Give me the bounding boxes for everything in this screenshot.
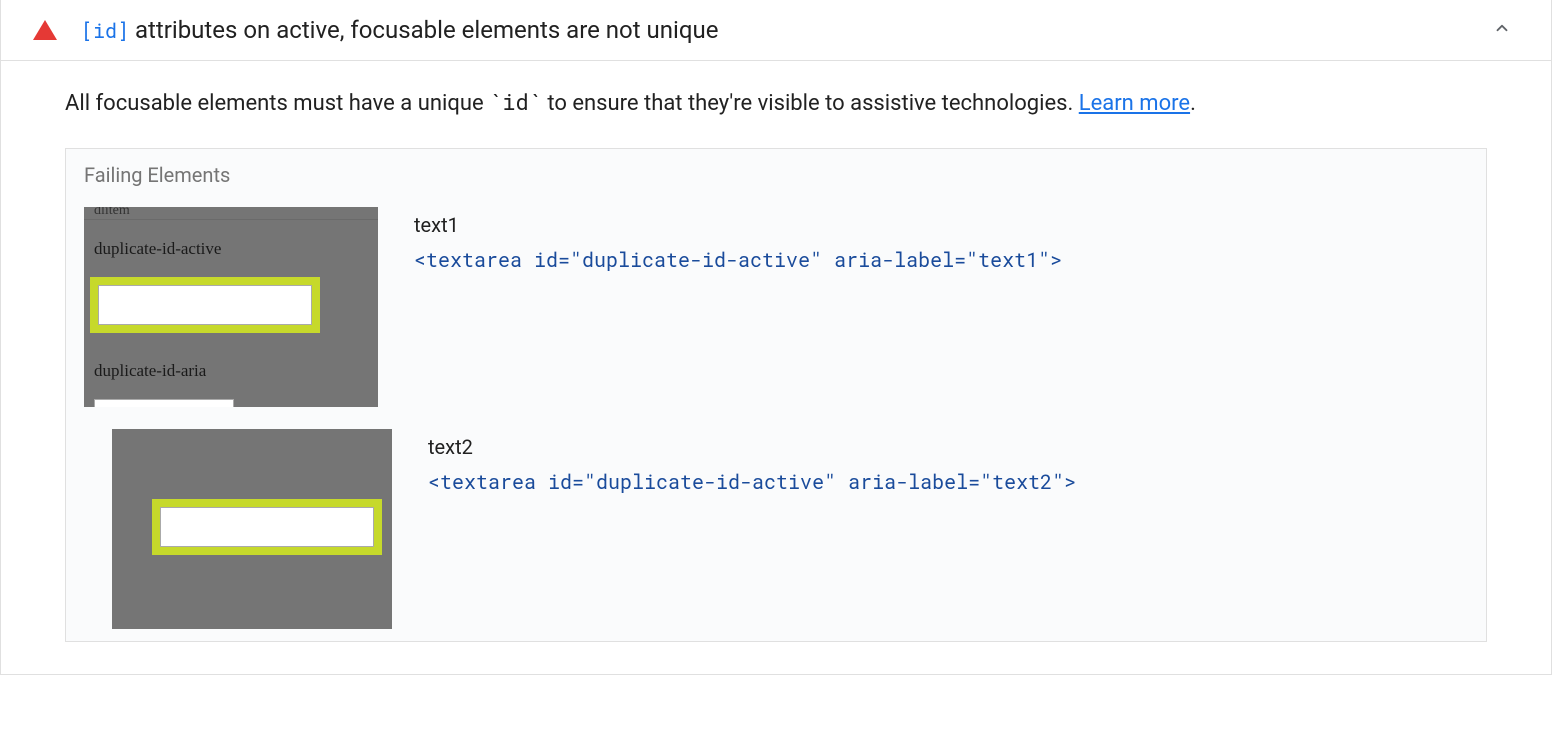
element-label: text1 [414,213,1468,237]
failing-elements-panel: Failing Elements dlitem duplicate-id-act… [65,148,1487,642]
element-label: text2 [428,435,1468,459]
thumb-partial-box [94,399,234,407]
thumb-highlight [152,499,382,555]
audit-desc-period: . [1190,91,1196,116]
element-code-snippet: <textarea id="duplicate-id-active" aria-… [414,247,1468,273]
element-thumbnail [112,429,392,629]
failing-elements-header: Failing Elements [66,149,1486,197]
audit-desc-code: `id` [489,87,542,116]
audit-body: All focusable elements must have a uniqu… [1,61,1551,674]
thumb-highlight [90,277,320,333]
failing-element-info: text2 <textarea id="duplicate-id-active"… [428,429,1468,495]
audit-title-text: attributes on active, focusable elements… [129,16,718,44]
thumb-textarea [98,285,312,325]
warning-icon [33,20,57,40]
chevron-up-icon[interactable] [1485,19,1519,42]
thumb-text: dlitem [94,207,130,219]
audit-desc-prefix: All focusable elements must have a uniqu… [65,91,489,116]
thumb-textarea [160,507,374,547]
element-code-snippet: <textarea id="duplicate-id-active" aria-… [428,469,1468,495]
element-thumbnail: dlitem duplicate-id-active duplicate-id-… [84,207,378,407]
audit-title-code: [id] [81,18,129,44]
thumb-divider [84,219,378,220]
failing-element-info: text1 <textarea id="duplicate-id-active"… [414,207,1468,273]
audit-item: [id] attributes on active, focusable ele… [0,0,1552,675]
learn-more-link[interactable]: Learn more [1079,91,1190,116]
audit-header[interactable]: [id] attributes on active, focusable ele… [1,0,1551,61]
thumb-text: duplicate-id-aria [94,361,206,381]
audit-title: [id] attributes on active, focusable ele… [81,16,1485,44]
thumb-text: duplicate-id-active [94,239,221,259]
failing-element-row[interactable]: dlitem duplicate-id-active duplicate-id-… [66,197,1486,419]
audit-desc-suffix: to ensure that they're visible to assist… [542,91,1079,116]
failing-element-row[interactable]: text2 <textarea id="duplicate-id-active"… [66,419,1486,641]
audit-description: All focusable elements must have a uniqu… [65,85,1487,120]
